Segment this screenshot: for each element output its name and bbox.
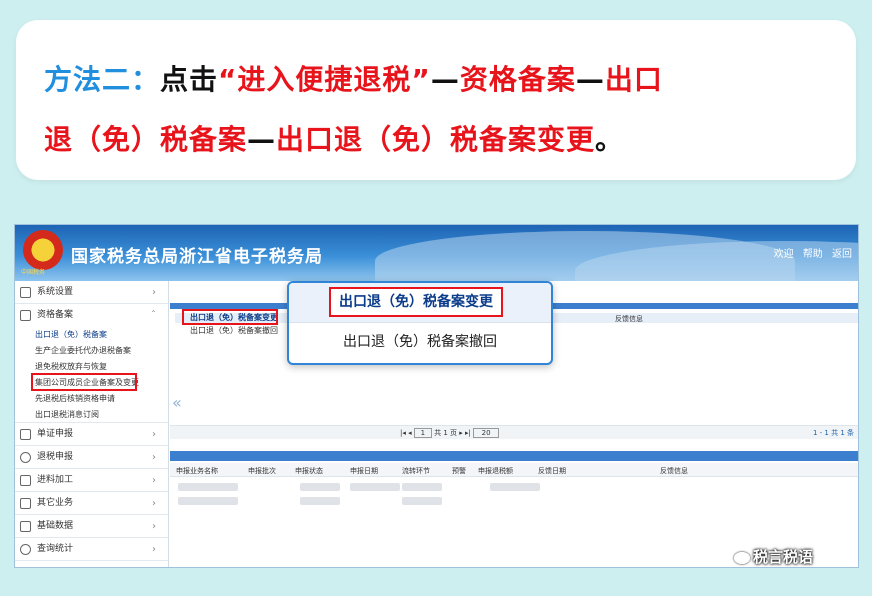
gear-icon [20, 287, 31, 298]
document-icon [20, 429, 31, 440]
method-label: 方法二： [44, 63, 161, 96]
sidebar-item-label: 系统设置 [37, 287, 74, 297]
table-row[interactable] [402, 483, 442, 491]
calendar-icon [20, 498, 31, 509]
sidebar-item-label: 基础数据 [37, 521, 74, 531]
subitem-refund-first[interactable]: 先退税后核销资格申请 [15, 391, 168, 407]
sidebar-item-qualification[interactable]: 资格备案 ˆ [15, 304, 168, 327]
mini-menu-withdraw[interactable]: 出口退（免）税备案撤回 [182, 324, 292, 337]
chevron-right-icon: › [152, 521, 156, 532]
col-refund-amount: 申报退税额 [478, 467, 513, 475]
shield-icon [20, 310, 31, 321]
instruction-sep-1: — [430, 63, 460, 96]
tax-portal-screenshot: 中国税务 国家税务总局浙江省电子税务局 欢迎 帮助 返回 系统设置 › 资格备案 ˆ… [14, 224, 859, 568]
chevron-right-icon: › [152, 287, 156, 298]
subitem-export-filing[interactable]: 出口退（免）税备案 [15, 327, 168, 343]
lower-section-bar [170, 451, 858, 461]
help-link[interactable]: 帮助 [803, 249, 823, 260]
page-size-select[interactable]: 20 [473, 428, 500, 438]
table-row[interactable] [300, 497, 340, 505]
sidebar-item-label: 进料加工 [37, 475, 74, 485]
instruction-sep-2: — [575, 63, 605, 96]
table-row[interactable] [402, 497, 442, 505]
subitem-entrusted-filing[interactable]: 生产企业委托代办退税备案 [15, 343, 168, 359]
lower-table-header: 申报业务名称 申报批次 申报状态 申报日期 流转环节 预警 申报退税额 反馈日期… [170, 463, 858, 477]
chevron-right-icon: › [152, 498, 156, 509]
option-filing-withdraw[interactable]: 出口退（免）税备案撤回 [289, 327, 551, 357]
sidebar-item-documents[interactable]: 单证申报 › [15, 423, 168, 446]
sidebar-item-other[interactable]: 其它业务 › [15, 492, 168, 515]
watermark-text: 税言税语 [753, 548, 814, 566]
site-title: 国家税务总局浙江省电子税务局 [71, 247, 323, 267]
chevron-right-icon: › [152, 475, 156, 486]
page-input[interactable]: 1 [413, 428, 432, 438]
instruction-end: 。 [595, 123, 625, 156]
zoom-popup: 出口退（免）税备案变更 出口退（免）税备案撤回 [287, 281, 553, 365]
sidebar-item-label: 单证申报 [37, 429, 74, 439]
col-feedback-date: 反馈日期 [538, 467, 566, 475]
back-link[interactable]: 返回 [832, 249, 852, 260]
chevron-right-icon: › [152, 429, 156, 440]
instruction-line-2: 退（免）税备案—出口退（免）税备案变更。 [44, 118, 624, 158]
table-row[interactable] [178, 483, 238, 491]
option-filing-change[interactable]: 出口退（免）税备案变更 [329, 287, 503, 317]
watermark: 税言税语 [734, 546, 813, 567]
instruction-step-3: 出口退（免）税备案变更 [276, 123, 596, 156]
table-row[interactable] [178, 497, 238, 505]
instruction-verb: 点击 [160, 63, 219, 96]
total-pages: 共 1 页 [434, 429, 457, 437]
portal-header: 中国税务 国家税务总局浙江省电子税务局 欢迎 帮助 返回 [15, 225, 858, 281]
instruction-sep-3: — [247, 123, 277, 156]
emblem-caption: 中国税务 [21, 269, 46, 276]
pager-controls: |◂ ◂ 1 共 1 页 ▸ ▸| 20 [400, 428, 500, 438]
instruction-line-1: 方法二：点击“进入便捷退税”—资格备案—出口 [44, 58, 663, 98]
col-business-name: 申报业务名称 [176, 467, 218, 475]
bar-chart-icon [20, 521, 31, 532]
sidebar-item-label: 资格备案 [37, 310, 74, 320]
col-feedback-info: 反馈信息 [660, 467, 688, 475]
col-date: 申报日期 [350, 467, 378, 475]
refund-icon [20, 452, 31, 463]
sidebar-item-label: 查询统计 [37, 544, 74, 554]
sidebar-item-query[interactable]: 查询统计 › [15, 538, 168, 561]
highlight-mini-menu [182, 309, 278, 325]
instruction-quote: “进入便捷退税” [218, 63, 431, 96]
col-warning: 预警 [452, 467, 466, 475]
instruction-step-2a: 出口 [604, 63, 663, 96]
sidebar-item-system[interactable]: 系统设置 › [15, 281, 168, 304]
welcome-text: 欢迎 [773, 249, 794, 260]
processing-icon [20, 475, 31, 486]
national-emblem-icon [23, 230, 63, 270]
highlight-subitem [31, 373, 137, 391]
instruction-card: 方法二：点击“进入便捷退税”—资格备案—出口 退（免）税备案—出口退（免）税备案… [16, 20, 856, 180]
wechat-icon [734, 551, 750, 564]
instruction-step-2b: 退（免）税备案 [44, 123, 248, 156]
sidebar: 系统设置 › 资格备案 ˆ 出口退（免）税备案 生产企业委托代办退税备案 退免税权放… [15, 281, 169, 567]
sidebar-item-label: 退税申报 [37, 452, 74, 462]
col-status: 申报状态 [295, 467, 323, 475]
pagination-bar: |◂ ◂ 1 共 1 页 ▸ ▸| 20 1 - 1 共 1 条 [170, 425, 858, 439]
col-batch: 申报批次 [248, 467, 276, 475]
col-stage: 流转环节 [402, 467, 430, 475]
table-row[interactable] [490, 483, 540, 491]
feedback-column: 反馈信息 [615, 315, 643, 323]
first-page-icon[interactable]: |◂ ◂ [400, 429, 412, 437]
header-links: 欢迎 帮助 返回 [768, 245, 852, 260]
search-icon [20, 544, 31, 555]
chevron-right-icon: › [152, 452, 156, 463]
table-row[interactable] [300, 483, 340, 491]
table-row[interactable] [350, 483, 400, 491]
sidebar-item-processing[interactable]: 进料加工 › [15, 469, 168, 492]
popup-header: 出口退（免）税备案变更 [289, 283, 551, 323]
chevron-right-icon: › [152, 544, 156, 555]
instruction-step-1: 资格备案 [459, 63, 576, 96]
sidebar-item-label: 其它业务 [37, 498, 74, 508]
sidebar-item-refund[interactable]: 退税申报 › [15, 446, 168, 469]
next-page-icon[interactable]: ▸ ▸| [459, 429, 471, 437]
subitem-subscription[interactable]: 出口退税消息订阅 [15, 407, 168, 423]
chevron-up-icon: ˆ [151, 310, 156, 321]
record-range: 1 - 1 共 1 条 [812, 429, 854, 437]
sidebar-item-basic-data[interactable]: 基础数据 › [15, 515, 168, 538]
collapse-icon[interactable]: « [172, 393, 182, 412]
